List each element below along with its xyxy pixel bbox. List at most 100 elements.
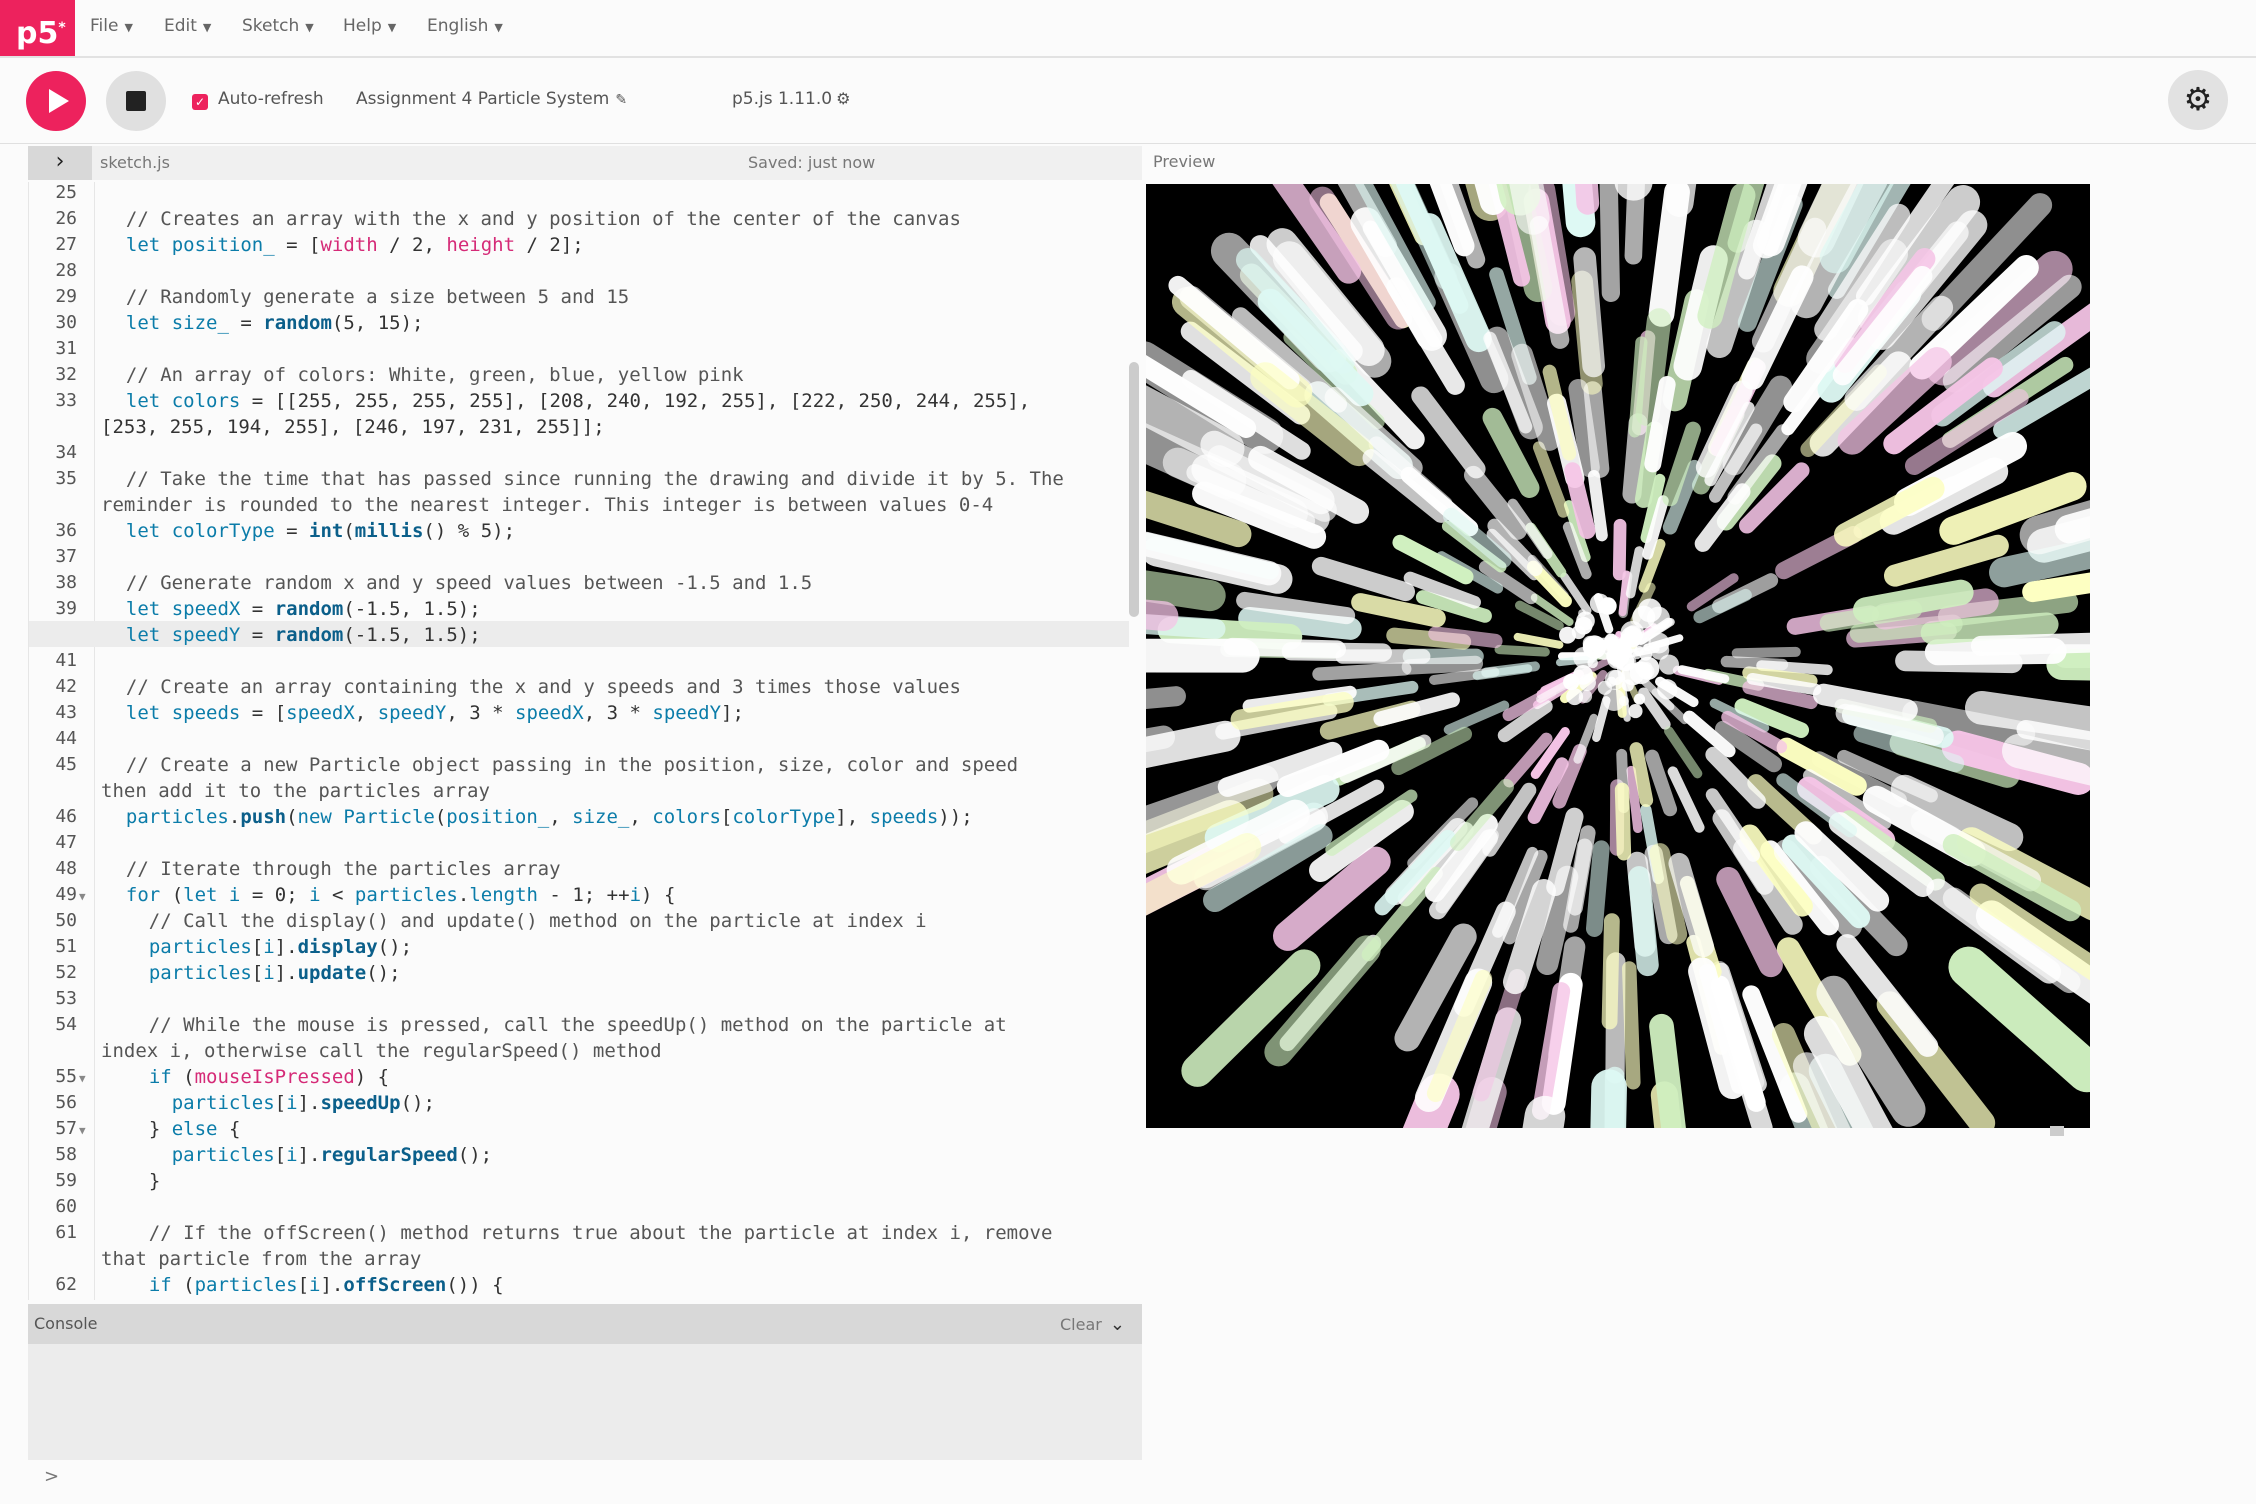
p5-logo[interactable]: p5* xyxy=(0,0,75,56)
particle xyxy=(1649,1013,1686,1128)
particle-core xyxy=(1566,688,1584,706)
line-number: 50 xyxy=(55,910,77,931)
play-button[interactable] xyxy=(26,71,86,131)
code-line[interactable]: let colors = [[255, 255, 255, 255], [208… xyxy=(103,390,1030,412)
code-line[interactable]: } xyxy=(103,1170,160,1192)
code-line[interactable]: // Generate random x and y speed values … xyxy=(103,572,812,594)
menu-language[interactable]: English ▼ xyxy=(427,16,503,36)
sketch-name[interactable]: Assignment 4 Particle System ✎ xyxy=(356,89,627,109)
particle xyxy=(1494,644,1550,657)
particle-core xyxy=(1648,632,1670,654)
code-line[interactable]: particles[i].update(); xyxy=(103,962,401,984)
settings-button[interactable]: ⚙ xyxy=(2168,70,2228,130)
particle xyxy=(1587,470,1608,542)
particle-core xyxy=(1620,620,1645,645)
sketch-name-text: Assignment 4 Particle System xyxy=(356,89,610,109)
particle-core xyxy=(1571,625,1586,640)
fold-arrow-icon[interactable]: ▼ xyxy=(79,1072,86,1085)
particle-core xyxy=(1578,674,1596,692)
stop-icon xyxy=(126,91,146,111)
fold-arrow-icon[interactable]: ▼ xyxy=(79,890,86,903)
fold-arrow-icon[interactable]: ▼ xyxy=(79,1124,86,1137)
line-number: 34 xyxy=(55,442,77,463)
code-line[interactable]: particles[i].display(); xyxy=(103,936,412,958)
code-line[interactable]: particles[i].speedUp(); xyxy=(103,1092,435,1114)
particle-core xyxy=(1573,646,1595,669)
particle xyxy=(1965,691,2090,741)
menu-help[interactable]: Help ▼ xyxy=(343,16,396,36)
p5-version[interactable]: p5.js 1.11.0 ⚙ xyxy=(732,89,850,109)
code-line[interactable]: // Creates an array with the x and y pos… xyxy=(103,208,961,230)
logo-text: p5 xyxy=(16,16,59,51)
code-line[interactable]: let speedY = random(-1.5, 1.5); xyxy=(103,624,481,646)
code-line[interactable]: then add it to the particles array xyxy=(101,780,490,802)
stop-button[interactable] xyxy=(106,71,166,131)
line-number: 55 xyxy=(55,1066,77,1087)
code-line[interactable]: // If the offScreen() method returns tru… xyxy=(103,1222,1053,1244)
toolbar: ✓ Auto-refresh Assignment 4 Particle Syst… xyxy=(0,58,2256,144)
auto-refresh-toggle[interactable]: ✓ Auto-refresh xyxy=(192,89,324,110)
code-editor[interactable]: 2526272829303132333435363738394041424344… xyxy=(28,182,1142,1300)
code-line[interactable]: let position_ = [width / 2, height / 2]; xyxy=(103,234,584,256)
file-name[interactable]: sketch.js xyxy=(100,153,170,172)
particle xyxy=(1667,766,1705,833)
particle xyxy=(2046,648,2090,681)
particle xyxy=(1532,441,1570,518)
code-line[interactable]: [253, 255, 194, 255], [246, 197, 231, 25… xyxy=(101,416,605,438)
sidebar-toggle-button[interactable]: › xyxy=(28,146,92,180)
code-line[interactable]: if (particles[i].offScreen()) { xyxy=(103,1274,504,1296)
particle xyxy=(1612,518,1627,581)
code-line[interactable]: // Randomly generate a size between 5 an… xyxy=(103,286,629,308)
pencil-icon[interactable]: ✎ xyxy=(615,92,627,108)
particle xyxy=(1146,686,1186,710)
code-line[interactable]: particles.push(new Particle(position_, s… xyxy=(103,806,973,828)
code-line[interactable]: reminder is rounded to the nearest integ… xyxy=(101,494,993,516)
code-line[interactable]: // An array of colors: White, green, blu… xyxy=(103,364,744,386)
code-line[interactable]: for (let i = 0; i < particles.length - 1… xyxy=(103,884,675,906)
line-number: 26 xyxy=(55,208,77,229)
particle-core xyxy=(1658,654,1680,675)
code-line[interactable]: if (mouseIsPressed) { xyxy=(103,1066,389,1088)
code-line[interactable]: } else { xyxy=(103,1118,241,1140)
code-line[interactable]: // Create an array containing the x and … xyxy=(103,676,961,698)
code-line[interactable]: // Iterate through the particles array xyxy=(103,858,561,880)
code-line[interactable]: let speeds = [speedX, speedY, 3 * speedX… xyxy=(103,702,744,724)
menu-sketch-label: Sketch xyxy=(242,16,300,36)
menu-edit[interactable]: Edit ▼ xyxy=(164,16,211,36)
line-number: 43 xyxy=(55,702,77,723)
particle xyxy=(1146,531,1282,586)
code-line[interactable]: let size_ = random(5, 15); xyxy=(103,312,424,334)
console-prompt[interactable]: > xyxy=(44,1466,59,1487)
code-line[interactable]: // While the mouse is pressed, call the … xyxy=(103,1014,1007,1036)
resize-handle[interactable] xyxy=(2050,1126,2064,1136)
code-line[interactable]: particles[i].regularSpeed(); xyxy=(103,1144,492,1166)
line-number: 30 xyxy=(55,312,77,333)
code-line[interactable]: let speedX = random(-1.5, 1.5); xyxy=(103,598,481,620)
code-line[interactable]: index i, otherwise call the regularSpeed… xyxy=(101,1040,662,1062)
particle xyxy=(1513,632,1564,649)
particle-system-canvas[interactable] xyxy=(1146,184,2090,1128)
menu-file[interactable]: File ▼ xyxy=(90,16,133,36)
particle-core xyxy=(1633,693,1646,705)
code-line[interactable]: // Take the time that has passed since r… xyxy=(103,468,1064,490)
code-line[interactable]: that particle from the array xyxy=(101,1248,421,1270)
line-number: 52 xyxy=(55,962,77,983)
menu-sketch[interactable]: Sketch ▼ xyxy=(242,16,314,36)
line-number: 62 xyxy=(55,1274,77,1295)
caret-down-icon: ▼ xyxy=(305,21,314,34)
particle xyxy=(1648,184,1690,327)
code-line[interactable]: let colorType = int(millis() % 5); xyxy=(103,520,515,542)
particle xyxy=(1373,692,1460,727)
code-line[interactable]: // Call the display() and update() metho… xyxy=(103,910,927,932)
chevron-down-icon[interactable]: ⌄ xyxy=(1110,1314,1125,1335)
caret-down-icon: ▼ xyxy=(494,21,503,34)
checkbox-checked-icon[interactable]: ✓ xyxy=(192,94,208,110)
console-header[interactable]: Console Clear ⌄ xyxy=(28,1304,1142,1344)
console-clear-button[interactable]: Clear ⌄ xyxy=(1060,1314,1125,1335)
particle xyxy=(1411,386,1486,479)
preview-canvas[interactable] xyxy=(1146,184,2090,1128)
editor-scrollbar[interactable] xyxy=(1129,362,1139,617)
particle xyxy=(1312,662,1412,681)
particle-core xyxy=(1607,649,1627,670)
code-line[interactable]: // Create a new Particle object passing … xyxy=(103,754,1018,776)
